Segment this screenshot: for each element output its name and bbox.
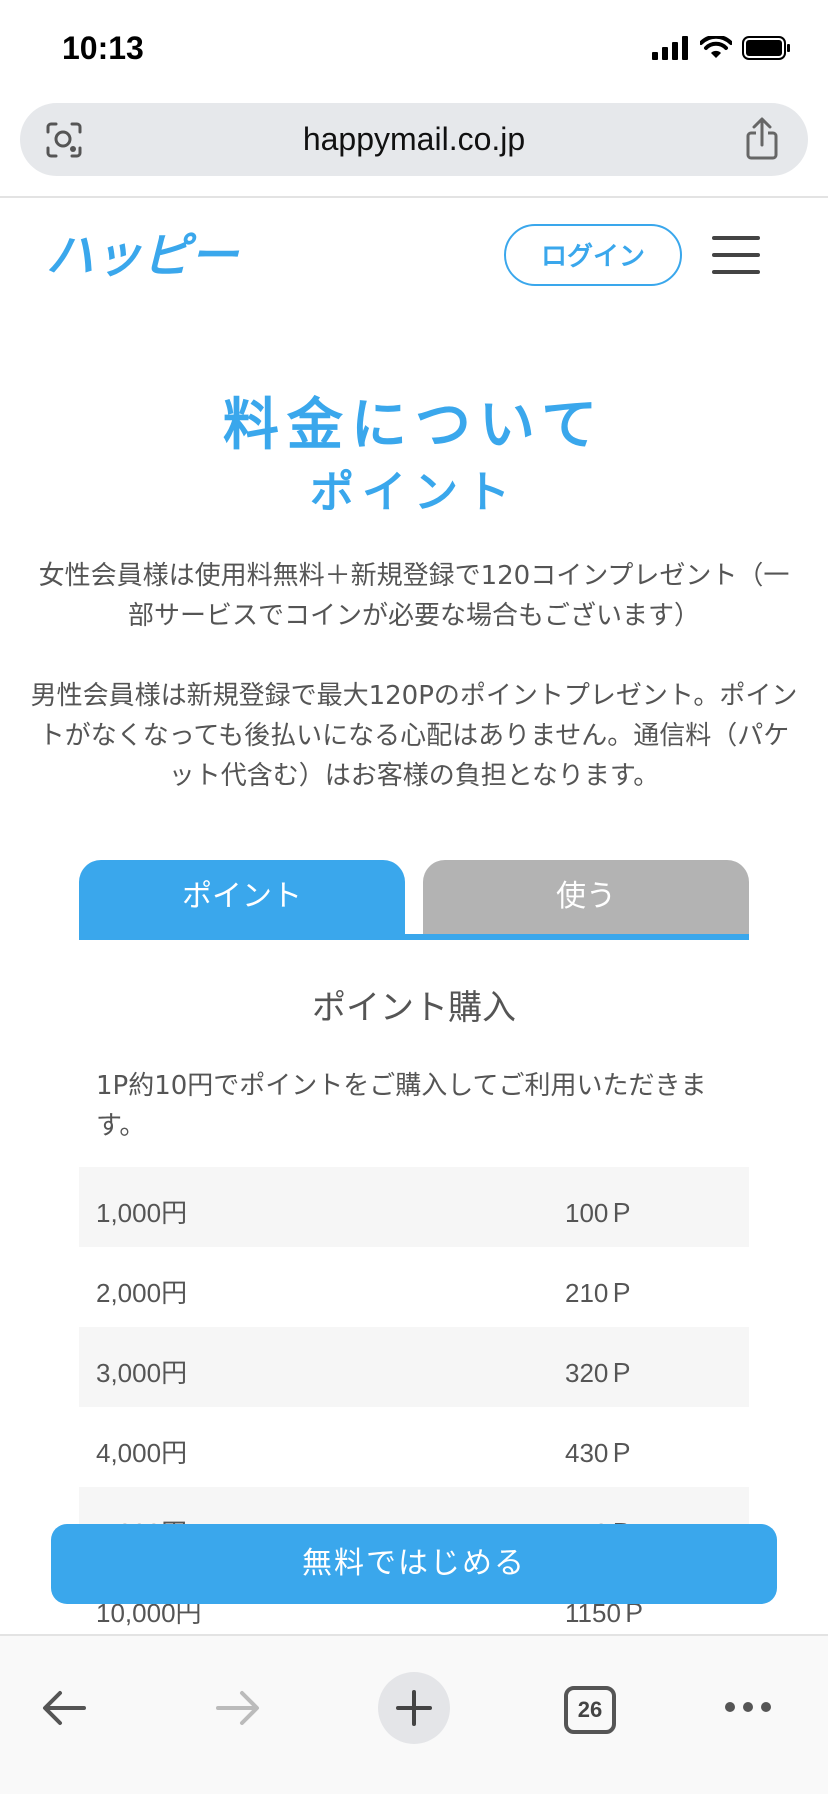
price-points: 320Ｐ <box>565 1358 635 1388</box>
table-row: 3,000円 320Ｐ <box>79 1327 749 1407</box>
price-points: 210Ｐ <box>565 1278 635 1308</box>
price-points: 430Ｐ <box>565 1438 635 1468</box>
status-bar: 10:13 <box>0 0 828 100</box>
status-time: 10:13 <box>62 30 144 66</box>
battery-icon <box>742 36 790 60</box>
address-bar[interactable]: happymail.co.jp <box>20 103 808 176</box>
section-title: ポイント購入 <box>312 988 516 1028</box>
price-yen: 1,000円 <box>96 1198 188 1228</box>
table-row: 4,000円 430Ｐ <box>79 1407 749 1487</box>
logo-graphic: ハッピー <box>46 228 240 284</box>
login-button[interactable]: ログイン <box>504 224 682 286</box>
back-arrow-icon[interactable] <box>40 1688 88 1728</box>
price-yen: 4,000円 <box>96 1438 188 1468</box>
price-yen: 3,000円 <box>96 1358 188 1388</box>
url-divider <box>0 196 828 198</box>
tab-use[interactable]: 使う <box>423 860 749 934</box>
page-subtitle: ポイント <box>310 467 518 518</box>
browser-toolbar: 26 <box>0 1634 828 1794</box>
female-member-notice: 女性会員様は使用料無料＋新規登録で120コインプレゼント（一部サービスでコインが… <box>38 561 790 631</box>
forward-arrow-icon[interactable] <box>214 1688 262 1728</box>
happymail-logo[interactable]: ハッピー <box>46 226 251 286</box>
page-title: 料金について <box>222 393 606 458</box>
share-icon[interactable] <box>742 117 782 161</box>
new-tab-button[interactable] <box>378 1672 450 1744</box>
wifi-icon <box>700 36 732 58</box>
start-free-button[interactable]: 無料ではじめる <box>51 1524 777 1604</box>
status-icons <box>652 36 792 60</box>
logo-text: ハッピー <box>46 228 240 282</box>
table-row: 2,000円 210Ｐ <box>79 1247 749 1327</box>
section-description: 1P約10円でポイントをご購入してご利用いただきます。 <box>96 1071 707 1141</box>
tab-underline <box>79 934 749 940</box>
price-points: 100Ｐ <box>565 1198 635 1228</box>
price-yen: 2,000円 <box>96 1278 188 1308</box>
tabs-button[interactable]: 26 <box>564 1686 616 1734</box>
plus-icon <box>396 1690 432 1726</box>
cellular-signal-icon <box>652 36 688 60</box>
more-options-icon[interactable] <box>724 1700 772 1714</box>
table-row: 1,000円 100Ｐ <box>79 1167 749 1247</box>
male-member-notice: 男性会員様は新規登録で最大120Pのポイントプレゼント。ポイントがなくなっても後… <box>30 681 798 791</box>
url-text[interactable]: happymail.co.jp <box>20 121 808 158</box>
tab-bar: ポイント 使う <box>79 860 749 940</box>
hamburger-menu-icon[interactable] <box>712 236 760 274</box>
tab-points[interactable]: ポイント <box>79 860 405 934</box>
